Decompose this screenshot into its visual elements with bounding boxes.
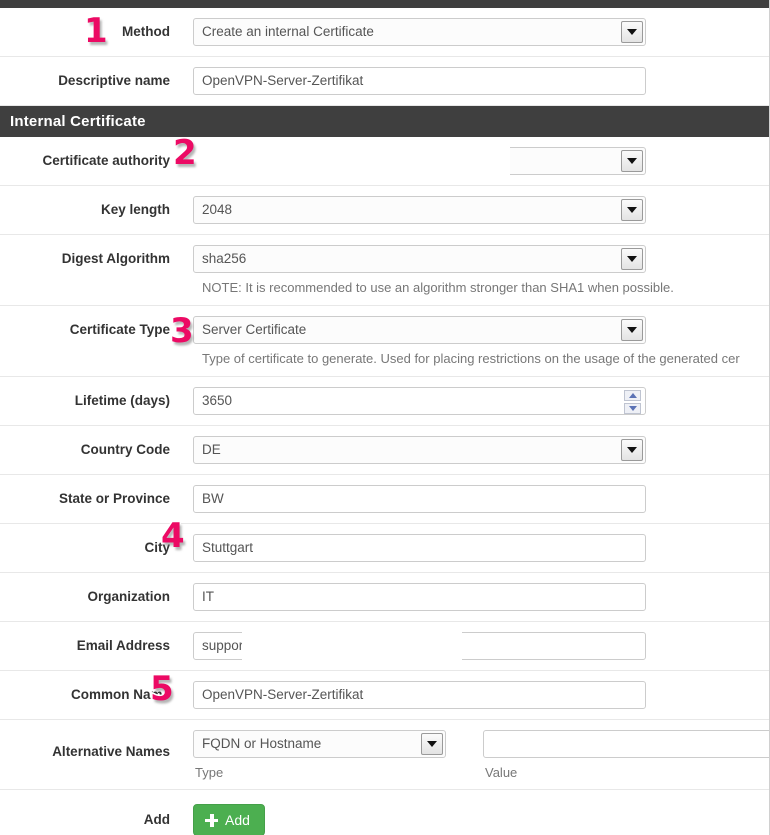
chevron-down-icon[interactable] — [421, 733, 443, 755]
field-digest-algorithm: sha256 NOTE: It is recommended to use an… — [180, 235, 769, 305]
organization-input[interactable]: IT — [193, 583, 646, 611]
field-add: Add — [180, 790, 769, 835]
state-or-province-value: BW — [202, 491, 224, 506]
chevron-down-icon[interactable] — [621, 319, 643, 341]
row-country-code: Country Code DE — [0, 426, 769, 475]
chevron-down-icon[interactable] — [621, 199, 643, 221]
field-lifetime: 3650 — [180, 377, 769, 424]
label-organization: Organization — [87, 589, 170, 604]
certificate-type-select[interactable]: Server Certificate — [193, 316, 646, 344]
field-key-length: 2048 — [180, 186, 769, 233]
field-country-code: DE — [180, 426, 769, 473]
country-code-select[interactable]: DE — [193, 436, 646, 464]
row-alternative-names: Alternative Names FQDN or Hostname Type … — [0, 720, 769, 790]
quantity-stepper[interactable] — [624, 390, 641, 414]
plus-icon — [205, 813, 218, 827]
row-certificate-type: Certificate Type Server Certificate Type… — [0, 306, 769, 377]
city-input[interactable]: Stuttgart — [193, 534, 646, 562]
alternative-name-value-input[interactable] — [483, 730, 769, 758]
lifetime-value: 3650 — [202, 393, 233, 408]
alternative-name-value-group: Value — [483, 730, 769, 780]
field-organization: IT — [180, 573, 769, 620]
method-select-value: Create an internal Certificate — [202, 24, 374, 39]
section-header-internal-certificate: Internal Certificate — [0, 106, 769, 137]
label-method: Method — [122, 24, 170, 39]
label-common-name: Common Name — [70, 687, 170, 702]
field-city: Stuttgart — [180, 524, 769, 571]
alternative-name-type-select[interactable]: FQDN or Hostname — [193, 730, 446, 758]
top-bar — [0, 0, 769, 8]
state-or-province-input[interactable]: BW — [193, 485, 646, 513]
redacted-email-domain — [242, 626, 462, 666]
descriptive-name-input[interactable]: OpenVPN-Server-Zertifikat — [193, 67, 646, 95]
field-common-name: OpenVPN-Server-Zertifikat — [180, 671, 769, 718]
label-certificate-authority: Certificate authority — [42, 153, 170, 168]
label-city: City — [144, 540, 170, 555]
digest-algorithm-select[interactable]: sha256 — [193, 245, 646, 273]
chevron-down-icon[interactable] — [621, 439, 643, 461]
label-alternative-names: Alternative Names — [52, 744, 170, 759]
row-add: Add Add — [0, 790, 769, 835]
label-descriptive-name: Descriptive name — [58, 73, 170, 88]
alternative-name-type-value: FQDN or Hostname — [202, 736, 322, 751]
digest-algorithm-help: NOTE: It is recommended to use an algori… — [202, 280, 674, 295]
label-certificate-type: Certificate Type — [69, 322, 170, 337]
country-code-value: DE — [202, 442, 221, 457]
row-digest-algorithm: Digest Algorithm sha256 NOTE: It is reco… — [0, 235, 769, 306]
row-certificate-authority: Certificate authority — [0, 137, 769, 186]
row-email-address: Email Address support@ — [0, 622, 769, 671]
redacted-certificate-authority — [180, 141, 510, 183]
certificate-type-value: Server Certificate — [202, 322, 307, 337]
chevron-down-icon[interactable] — [621, 21, 643, 43]
key-length-value: 2048 — [202, 202, 233, 217]
chevron-down-icon[interactable] — [621, 150, 643, 172]
alternative-name-type-sublabel: Type — [195, 765, 224, 780]
label-country-code: Country Code — [80, 442, 170, 457]
field-certificate-authority — [180, 137, 769, 184]
stepper-up-icon[interactable] — [624, 390, 641, 401]
row-city: City Stuttgart — [0, 524, 769, 573]
key-length-select[interactable]: 2048 — [193, 196, 646, 224]
lifetime-input[interactable]: 3650 — [193, 387, 646, 415]
alternative-name-value-sublabel: Value — [485, 765, 518, 780]
field-email-address: support@ — [180, 622, 769, 669]
common-name-value: OpenVPN-Server-Zertifikat — [202, 687, 364, 702]
method-select[interactable]: Create an internal Certificate — [193, 18, 646, 46]
row-state-or-province: State or Province BW — [0, 475, 769, 524]
row-method: Method Create an internal Certificate — [0, 8, 769, 57]
add-button[interactable]: Add — [193, 804, 265, 835]
common-name-input[interactable]: OpenVPN-Server-Zertifikat — [193, 681, 646, 709]
row-organization: Organization IT — [0, 573, 769, 622]
certificate-type-help: Type of certificate to generate. Used fo… — [202, 351, 740, 366]
row-key-length: Key length 2048 — [0, 186, 769, 235]
field-certificate-type: Server Certificate Type of certificate t… — [180, 306, 769, 376]
label-add: Add — [143, 812, 170, 827]
chevron-down-icon[interactable] — [621, 248, 643, 270]
field-state-or-province: BW — [180, 475, 769, 522]
alternative-name-type-group: FQDN or Hostname Type — [193, 730, 446, 780]
row-lifetime: Lifetime (days) 3650 — [0, 377, 769, 426]
organization-value: IT — [202, 589, 214, 604]
label-state-or-province: State or Province — [58, 491, 170, 506]
field-method: Create an internal Certificate — [180, 8, 769, 55]
field-alternative-names: FQDN or Hostname Type Value — [180, 720, 769, 789]
row-common-name: Common Name OpenVPN-Server-Zertifikat — [0, 671, 769, 720]
certificate-form-page: Method Create an internal Certificate De… — [0, 0, 770, 835]
field-descriptive-name: OpenVPN-Server-Zertifikat — [180, 57, 769, 104]
add-button-label: Add — [225, 812, 250, 828]
digest-algorithm-value: sha256 — [202, 251, 247, 266]
label-lifetime: Lifetime (days) — [74, 393, 170, 408]
descriptive-name-value: OpenVPN-Server-Zertifikat — [202, 73, 364, 88]
label-email-address: Email Address — [76, 638, 170, 653]
label-key-length: Key length — [100, 202, 170, 217]
label-digest-algorithm: Digest Algorithm — [61, 251, 170, 266]
row-descriptive-name: Descriptive name OpenVPN-Server-Zertifik… — [0, 57, 769, 106]
stepper-down-icon[interactable] — [624, 403, 641, 414]
city-value: Stuttgart — [202, 540, 254, 555]
